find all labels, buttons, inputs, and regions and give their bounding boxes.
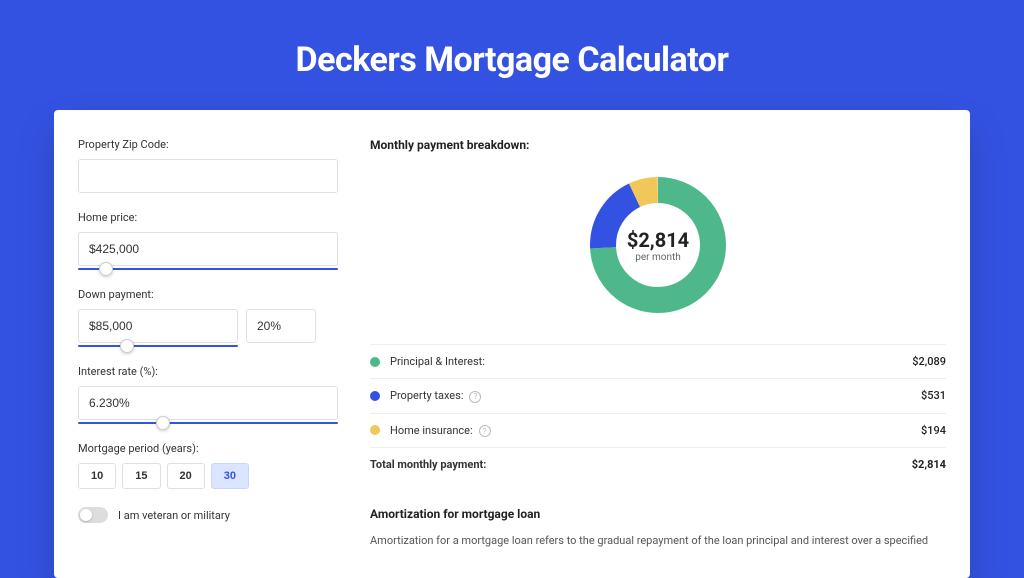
zip-input[interactable] <box>78 159 338 193</box>
period-15-button[interactable]: 15 <box>122 463 160 489</box>
legend-value: $531 <box>921 389 946 402</box>
veteran-toggle[interactable] <box>78 507 108 523</box>
legend-row-total: Total monthly payment: $2,814 <box>370 448 946 481</box>
period-30-button[interactable]: 30 <box>211 463 249 489</box>
amort-title: Amortization for mortgage loan <box>370 507 946 521</box>
down-slider[interactable] <box>78 345 238 347</box>
zip-label: Property Zip Code: <box>78 138 338 151</box>
legend-row-taxes: Property taxes:? $531 <box>370 379 946 414</box>
period-20-button[interactable]: 20 <box>167 463 205 489</box>
legend-label: Home insurance:? <box>390 424 921 438</box>
down-percent-input[interactable] <box>246 309 316 343</box>
dot-icon <box>370 391 380 401</box>
page-title: Deckers Mortgage Calculator <box>54 40 970 80</box>
period-group: 10 15 20 30 <box>78 463 338 489</box>
legend-value: $194 <box>921 424 946 437</box>
period-10-button[interactable]: 10 <box>78 463 116 489</box>
legend-row-principal: Principal & Interest: $2,089 <box>370 345 946 379</box>
price-input[interactable] <box>78 232 338 266</box>
calculator-card: Property Zip Code: Home price: Down paym… <box>54 110 970 578</box>
info-icon[interactable]: ? <box>479 425 491 437</box>
payment-donut-chart: $2,814 per month <box>583 170 733 320</box>
info-icon[interactable]: ? <box>469 391 481 403</box>
inputs-column: Property Zip Code: Home price: Down paym… <box>78 138 338 550</box>
veteran-label: I am veteran or military <box>118 509 230 522</box>
legend-label: Property taxes:? <box>390 389 921 403</box>
breakdown-title: Monthly payment breakdown: <box>370 138 946 152</box>
price-label: Home price: <box>78 211 338 224</box>
dot-icon <box>370 425 380 435</box>
period-label: Mortgage period (years): <box>78 442 338 455</box>
down-label: Down payment: <box>78 288 338 301</box>
breakdown-column: Monthly payment breakdown: $2,814 per mo… <box>370 138 946 550</box>
total-label: Total monthly payment: <box>370 458 912 471</box>
down-amount-input[interactable] <box>78 309 238 343</box>
donut-amount: $2,814 <box>627 228 689 252</box>
legend-row-insurance: Home insurance:? $194 <box>370 414 946 449</box>
legend: Principal & Interest: $2,089 Property ta… <box>370 344 946 481</box>
rate-input[interactable] <box>78 386 338 420</box>
rate-label: Interest rate (%): <box>78 365 338 378</box>
dot-icon <box>370 357 380 367</box>
donut-sub: per month <box>635 252 681 263</box>
legend-value: $2,089 <box>912 355 946 368</box>
price-slider[interactable] <box>78 268 338 270</box>
legend-label: Principal & Interest: <box>390 355 912 368</box>
rate-slider[interactable] <box>78 422 338 424</box>
total-value: $2,814 <box>912 458 946 471</box>
amortization-section: Amortization for mortgage loan Amortizat… <box>370 507 946 550</box>
amort-text: Amortization for a mortgage loan refers … <box>370 533 946 550</box>
